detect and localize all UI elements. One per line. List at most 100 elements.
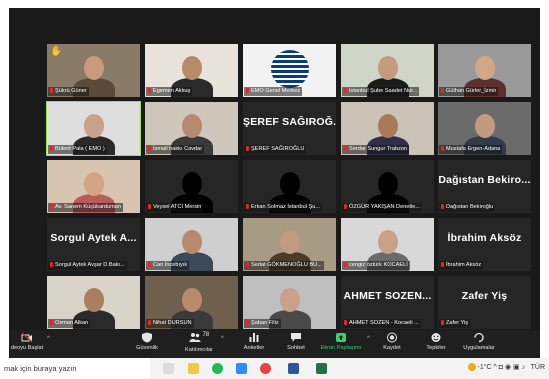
apps-button[interactable]: Uygulamalar — [457, 332, 501, 356]
participant-name-text: Mustafa Ergen-Adana — [446, 146, 501, 152]
muted-mic-icon — [441, 204, 444, 209]
zoom-icon[interactable] — [236, 363, 247, 374]
smiley-icon — [431, 333, 441, 342]
participant-name-text: Erkan Solmaz İstanbul Şu... — [251, 204, 321, 210]
participant-tile[interactable]: ŞEREF SAĞIROĞ... ŞEREF SAĞIROĞLU — [243, 102, 336, 155]
participant-name-text: Av. Sanem Küçükarduman — [55, 204, 122, 210]
participant-name-label: Serdar Sungur Trabzon — [342, 145, 410, 154]
participant-name-text: ÖZGÜR YAKIŞAN Denetle... — [349, 204, 420, 210]
participants-button[interactable]: 78 Katılımcılar — [177, 332, 221, 356]
muted-mic-icon — [344, 146, 347, 151]
participant-tile[interactable]: İsmail hakkı Cavdar — [145, 102, 238, 155]
record-button[interactable]: Kaydet — [375, 332, 409, 356]
participant-tile[interactable]: Erkan Solmaz İstanbul Şu... — [243, 160, 336, 213]
participant-name-label: Erkan Solmaz İstanbul Şu... — [244, 203, 323, 212]
participant-tile[interactable]: Bülent Pala ( EMO ) — [46, 101, 141, 156]
polls-label: Anketler — [243, 345, 265, 351]
participant-tile[interactable]: Dağıstan Bekiro... Dağıstan Bekiroğlu — [438, 160, 531, 213]
participant-display-name: Zafer Yiş — [461, 290, 508, 302]
muted-mic-icon — [441, 146, 444, 151]
task-view-icon[interactable] — [163, 363, 174, 374]
participant-name-label: Dağıstan Bekiroğlu — [439, 203, 496, 212]
participant-name-text: Sorgul Aytek Avşar D.Bakı... — [55, 262, 125, 268]
participant-tile[interactable]: cengiz öztürk KOCAELİ — [341, 218, 434, 271]
muted-mic-icon — [148, 146, 151, 151]
participant-name-text: cengiz öztürk KOCAELİ — [349, 262, 408, 268]
participant-tile[interactable]: Zafer Yiş Zafer Yiş — [438, 276, 531, 329]
participant-name-text: Nihat DURSUN — [153, 320, 192, 326]
participant-tile[interactable]: Şaban Filiz — [243, 276, 336, 329]
participant-name-text: Bülent Pala ( EMO ) — [55, 146, 105, 152]
participant-name-label: İstanbul Şube Saadet Nur... — [342, 87, 420, 96]
participants-caret-icon[interactable]: ^ — [221, 336, 224, 342]
excel-icon[interactable] — [316, 363, 327, 374]
participant-display-name: İbrahim Aksöz — [447, 232, 522, 244]
participant-name-text: Dağıstan Bekiroğlu — [446, 204, 494, 210]
muted-mic-icon — [148, 88, 151, 93]
system-tray: -1°C ^ ◘ ◉ ▣ ♪ TÜR — [467, 363, 545, 372]
participant-name-text: Can İncebıyık — [153, 262, 188, 268]
chrome-icon[interactable] — [260, 363, 271, 374]
participant-name-text: EMO Genel Merkez — [251, 88, 301, 94]
participant-name-text: Egemen Akkuş — [153, 88, 191, 94]
participant-name-label: Zafer Yiş — [439, 319, 471, 328]
participant-name-label: Av. Sanem Küçükarduman — [48, 203, 124, 212]
participant-tile[interactable]: Sedat GÖKMENOĞLU BU... — [243, 218, 336, 271]
participant-tile[interactable]: EMO Genel Merkez — [243, 44, 336, 97]
participant-tile[interactable]: Veysel ATCI Mersin — [145, 160, 238, 213]
participant-tile[interactable]: Osman Alkan — [47, 276, 140, 329]
start-video-label: deoyu Başlat — [10, 345, 44, 351]
participant-name-text: Şükrü Güner — [55, 88, 87, 94]
participant-name-label: İbrahim Aksöz — [439, 261, 484, 270]
participant-name-label: Şükrü Güner — [48, 87, 89, 96]
chat-button[interactable]: Sohbet — [279, 332, 313, 356]
participant-tile[interactable]: ÖZGÜR YAKIŞAN Denetle... — [341, 160, 434, 213]
participant-name-text: İstanbul Şube Saadet Nur... — [349, 88, 418, 94]
shield-icon — [142, 332, 152, 343]
reactions-button[interactable]: Tepkiler — [419, 332, 453, 356]
participant-tile[interactable]: AHMET SOZEN... AHMET SOZEN - Kocaeli ... — [341, 276, 434, 329]
participant-tile[interactable]: ✋ Şükrü Güner — [47, 44, 140, 97]
polls-button[interactable]: Anketler — [237, 332, 271, 356]
participant-name-label: Veysel ATCI Mersin — [146, 203, 204, 212]
participant-tile[interactable]: Gülhan Gürler_İzmir — [438, 44, 531, 97]
participant-name-text: Veysel ATCI Mersin — [153, 204, 202, 210]
file-explorer-icon[interactable] — [188, 363, 199, 374]
participant-name-label: Bülent Pala ( EMO ) — [48, 145, 107, 154]
word-icon[interactable] — [288, 363, 299, 374]
people-icon — [189, 333, 201, 342]
share-caret-icon[interactable]: ^ — [367, 336, 370, 342]
participant-tile[interactable]: İbrahim Aksöz İbrahim Aksöz — [438, 218, 531, 271]
muted-mic-icon — [50, 204, 53, 209]
share-screen-button[interactable]: Ekran Paylaşımı — [315, 332, 367, 356]
security-button[interactable]: Güvenlik — [127, 332, 167, 356]
record-icon — [387, 332, 397, 343]
meeting-toolbar: deoyu Başlat ^ Güvenlik 78 Katılımcılar … — [9, 330, 540, 358]
emo-logo — [271, 50, 309, 88]
participant-tile[interactable]: Mustafa Ergen-Adana — [438, 102, 531, 155]
tray-icons[interactable]: ◘ ◉ ▣ ♪ — [499, 363, 529, 371]
muted-mic-icon — [344, 204, 347, 209]
taskbar-search-placeholder: mak için buraya yazın — [4, 364, 77, 373]
participant-tile[interactable]: Can İncebıyık — [145, 218, 238, 271]
video-options-caret-icon[interactable]: ^ — [47, 336, 50, 342]
participant-tile[interactable]: Sorgul Aytek A... Sorgul Aytek Avşar D.Ba… — [47, 218, 140, 271]
participant-tile[interactable]: Nihat DURSUN — [145, 276, 238, 329]
participant-tile[interactable]: Serdar Sungur Trabzon — [341, 102, 434, 155]
participant-tile[interactable]: Egemen Akkuş — [145, 44, 238, 97]
participant-name-label: Sorgul Aytek Avşar D.Bakı... — [48, 261, 127, 270]
start-video-button[interactable]: deoyu Başlat — [9, 332, 45, 356]
security-label: Güvenlik — [136, 345, 158, 351]
reactions-label: Tepkiler — [426, 345, 446, 351]
spotify-icon[interactable] — [212, 363, 223, 374]
language-indicator[interactable]: TÜR — [531, 364, 545, 371]
muted-mic-icon — [148, 320, 151, 325]
muted-mic-icon — [344, 88, 347, 93]
participant-tile[interactable]: İstanbul Şube Saadet Nur... — [341, 44, 434, 97]
chat-label: Sohbet — [287, 345, 305, 351]
taskbar-search-input[interactable]: mak için buraya yazın — [0, 358, 150, 379]
muted-mic-icon — [246, 262, 249, 267]
participant-tile[interactable]: Av. Sanem Küçükarduman — [47, 160, 140, 213]
muted-mic-icon — [50, 146, 53, 151]
participant-display-name: AHMET SOZEN... — [343, 290, 432, 302]
